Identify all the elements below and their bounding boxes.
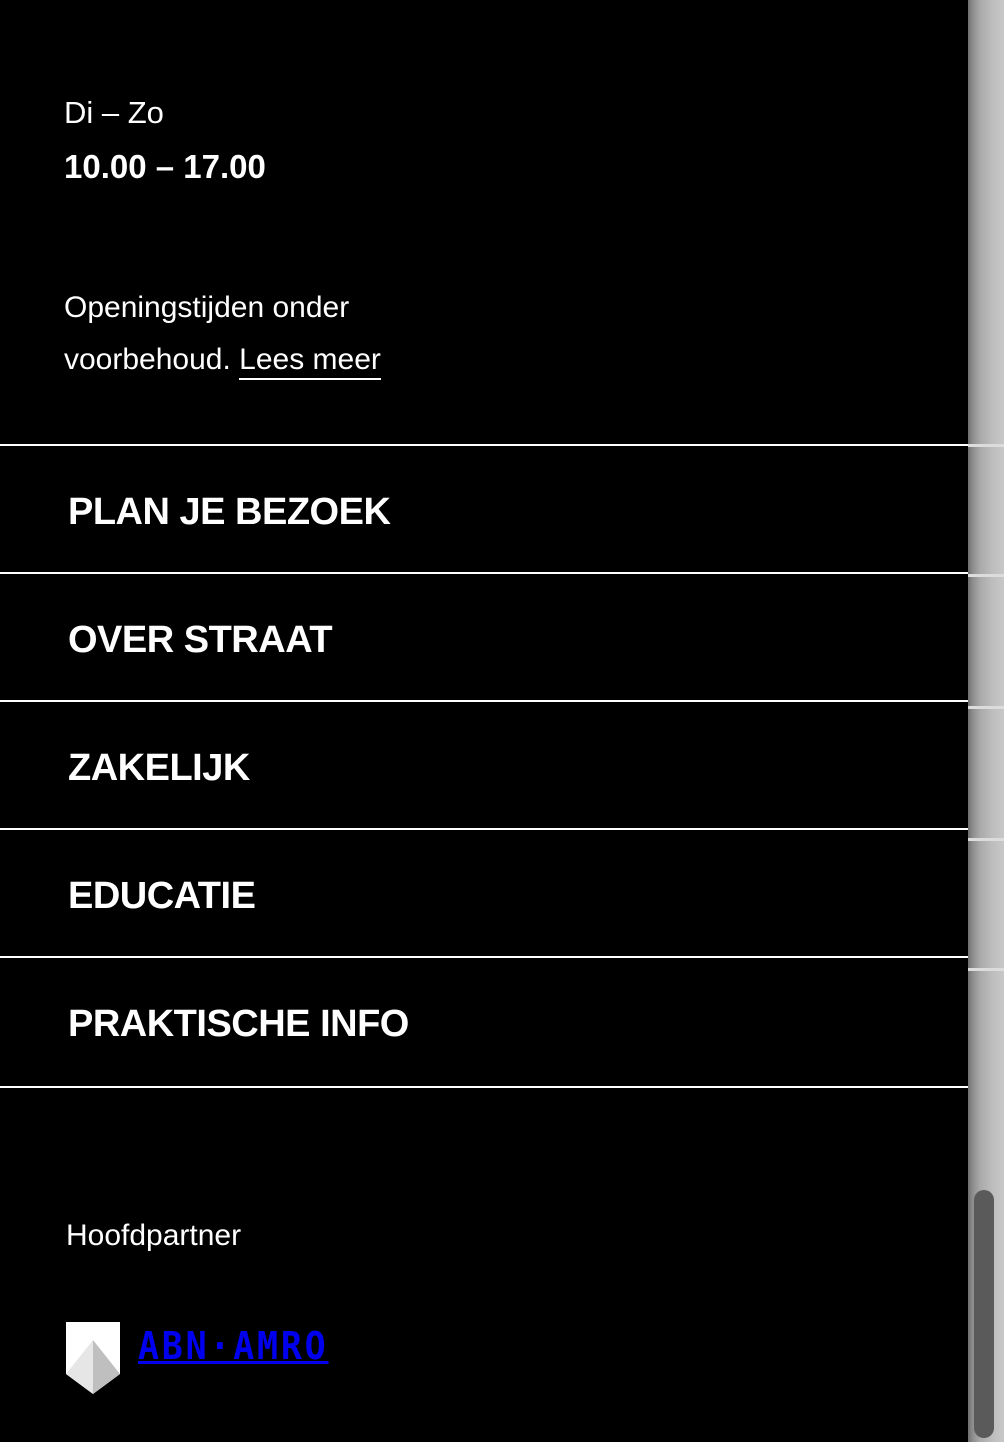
scrollbar-thumb[interactable] <box>974 1190 994 1438</box>
nav-item-educatie[interactable]: EDUCATIE <box>0 828 968 956</box>
main-nav: PLAN JE BEZOEK OVER STRAAT ZAKELIJK EDUC… <box>0 444 968 1088</box>
opening-hours: 10.00 – 17.00 <box>64 148 266 185</box>
nav-item-over-straat[interactable]: OVER STRAAT <box>0 572 968 700</box>
nav-item-label: PLAN JE BEZOEK <box>68 491 391 533</box>
read-more-link[interactable]: Lees meer <box>239 343 381 380</box>
opening-days: Di – Zo <box>64 95 164 130</box>
main-partner-label: Hoofdpartner <box>66 1219 242 1252</box>
page: Di – Zo 10.00 – 17.00 Openingstijden ond… <box>0 0 1004 1442</box>
nav-item-label: PRAKTISCHE INFO <box>68 1003 409 1045</box>
nav-item-label: OVER STRAAT <box>68 619 333 661</box>
abn-amro-wordmark: ABN·AMRO <box>138 1324 329 1368</box>
nav-item-zakelijk[interactable]: ZAKELIJK <box>0 700 968 828</box>
nav-item-label: ZAKELIJK <box>68 747 250 789</box>
opening-notice: Openingstijden onder voorbehoud. Lees me… <box>64 282 484 386</box>
abn-amro-shield-icon <box>66 1322 120 1394</box>
nav-item-praktische-info[interactable]: PRAKTISCHE INFO <box>0 956 968 1088</box>
abn-amro-logo-link[interactable]: ABN·AMRO <box>66 1322 345 1394</box>
nav-item-label: EDUCATIE <box>68 875 256 917</box>
vertical-scrollbar[interactable] <box>968 0 1004 1442</box>
nav-item-plan-je-bezoek[interactable]: PLAN JE BEZOEK <box>0 444 968 572</box>
footer-menu: Di – Zo 10.00 – 17.00 Openingstijden ond… <box>0 0 968 1442</box>
